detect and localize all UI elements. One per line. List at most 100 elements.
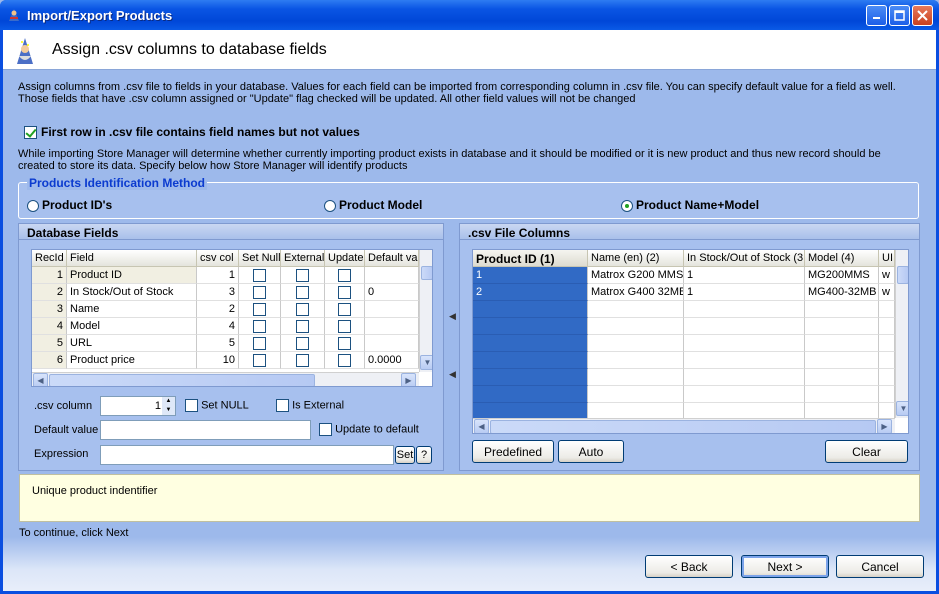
radio-product-name-model[interactable]: Product Name+Model: [621, 198, 759, 212]
checkbox-icon[interactable]: [296, 354, 309, 367]
row-csv-col[interactable]: 5: [197, 335, 239, 352]
predefined-button[interactable]: Predefined: [472, 440, 554, 463]
update-cell[interactable]: [325, 284, 365, 301]
table-row[interactable]: [473, 301, 908, 318]
checkbox-icon[interactable]: [338, 354, 351, 367]
csv-cell[interactable]: [588, 335, 684, 352]
scroll-left-icon[interactable]: ◀: [474, 419, 489, 433]
checkbox-icon[interactable]: [296, 337, 309, 350]
csv-cell[interactable]: [473, 352, 588, 369]
row-field[interactable]: URL: [67, 335, 197, 352]
next-button[interactable]: Next >: [741, 555, 829, 578]
row-default[interactable]: [365, 267, 419, 284]
checkbox-icon[interactable]: [296, 269, 309, 282]
row-csv-col[interactable]: 2: [197, 301, 239, 318]
update-cell[interactable]: [325, 318, 365, 335]
expression-input[interactable]: [100, 445, 394, 465]
csv-cell[interactable]: [588, 386, 684, 403]
checkbox-icon[interactable]: [338, 337, 351, 350]
csv-cell[interactable]: [473, 335, 588, 352]
checkbox-icon[interactable]: [319, 423, 332, 436]
column-header-field[interactable]: Field: [67, 250, 197, 267]
csv-cell[interactable]: [588, 352, 684, 369]
checkbox-icon[interactable]: [338, 320, 351, 333]
first-row-checkbox[interactable]: First row in .csv file contains field na…: [24, 126, 360, 140]
csv-cell[interactable]: [684, 335, 805, 352]
collapse-left-icon[interactable]: ◀: [449, 311, 456, 325]
table-row[interactable]: [473, 335, 908, 352]
radio-icon[interactable]: [27, 199, 39, 212]
external-cell[interactable]: [281, 284, 325, 301]
table-row[interactable]: 2 In Stock/Out of Stock 3 0: [32, 284, 432, 301]
cancel-button[interactable]: Cancel: [836, 555, 924, 578]
set-null-cell[interactable]: [239, 352, 281, 369]
is-external-checkbox[interactable]: Is External: [276, 399, 344, 412]
csv-cell[interactable]: [588, 318, 684, 335]
external-cell[interactable]: [281, 318, 325, 335]
help-button[interactable]: ?: [416, 446, 432, 464]
update-cell[interactable]: [325, 352, 365, 369]
checkbox-icon[interactable]: [185, 399, 198, 412]
checkbox-icon[interactable]: [296, 303, 309, 316]
csv-cell[interactable]: [879, 369, 895, 386]
checkbox-checked-icon[interactable]: [24, 126, 37, 140]
radio-product-model[interactable]: Product Model: [324, 198, 422, 212]
column-header-update[interactable]: Update: [325, 250, 365, 267]
row-default[interactable]: [365, 301, 419, 318]
database-fields-grid[interactable]: RecId Field csv col Set Null External Up…: [31, 249, 433, 387]
row-field[interactable]: Product ID: [67, 267, 197, 284]
csv-cell[interactable]: Matrox G400 32MB: [588, 284, 684, 301]
csv-cell[interactable]: [473, 318, 588, 335]
checkbox-icon[interactable]: [253, 337, 266, 350]
csv-cell[interactable]: [684, 369, 805, 386]
scroll-right-icon[interactable]: ▶: [877, 419, 892, 433]
csv-cell[interactable]: [879, 318, 895, 335]
table-row[interactable]: 6 Product price 10 0.0000: [32, 352, 432, 369]
csv-cell[interactable]: [684, 352, 805, 369]
scroll-thumb[interactable]: [490, 420, 876, 433]
checkbox-icon[interactable]: [253, 320, 266, 333]
checkbox-icon[interactable]: [276, 399, 289, 412]
column-header-product-id[interactable]: Product ID (1): [473, 250, 588, 267]
row-recid[interactable]: 4: [32, 318, 67, 335]
row-csv-col[interactable]: 1: [197, 267, 239, 284]
csv-cell[interactable]: [805, 318, 879, 335]
radio-selected-icon[interactable]: [621, 199, 633, 212]
horizontal-scrollbar[interactable]: ◀ ▶: [473, 418, 895, 433]
row-default[interactable]: 0.0000: [365, 352, 419, 369]
table-row[interactable]: [473, 318, 908, 335]
table-row[interactable]: 1 Product ID 1: [32, 267, 432, 284]
checkbox-icon[interactable]: [338, 303, 351, 316]
table-row[interactable]: 2 Matrox G400 32MB 1 MG400-32MB w: [473, 284, 908, 301]
row-recid[interactable]: 3: [32, 301, 67, 318]
csv-cell[interactable]: w: [879, 284, 895, 301]
table-row[interactable]: [473, 369, 908, 386]
scroll-left-icon[interactable]: ◀: [33, 373, 48, 386]
row-default[interactable]: 0: [365, 284, 419, 301]
set-null-cell[interactable]: [239, 301, 281, 318]
external-cell[interactable]: [281, 352, 325, 369]
external-cell[interactable]: [281, 267, 325, 284]
spinner-arrows-icon[interactable]: ▲ ▼: [162, 397, 175, 415]
csv-cell[interactable]: 1: [684, 284, 805, 301]
row-recid[interactable]: 2: [32, 284, 67, 301]
external-cell[interactable]: [281, 335, 325, 352]
csv-cell[interactable]: 2: [473, 284, 588, 301]
column-header-recid[interactable]: RecId: [32, 250, 67, 267]
table-row[interactable]: 1 Matrox G200 MMS 1 MG200MMS w: [473, 267, 908, 284]
csv-cell[interactable]: [805, 386, 879, 403]
set-null-cell[interactable]: [239, 335, 281, 352]
csv-cell[interactable]: [805, 335, 879, 352]
table-row[interactable]: [473, 386, 908, 403]
auto-button[interactable]: Auto: [558, 440, 624, 463]
update-cell[interactable]: [325, 335, 365, 352]
scroll-thumb[interactable]: [49, 374, 315, 386]
checkbox-icon[interactable]: [253, 303, 266, 316]
radio-icon[interactable]: [324, 199, 336, 212]
csv-cell[interactable]: [879, 335, 895, 352]
column-header-model[interactable]: Model (4): [805, 250, 879, 267]
set-expression-button[interactable]: Set: [395, 446, 415, 464]
vertical-scrollbar[interactable]: ▼: [419, 250, 432, 372]
csv-cell[interactable]: [684, 318, 805, 335]
csv-cell[interactable]: MG400-32MB: [805, 284, 879, 301]
